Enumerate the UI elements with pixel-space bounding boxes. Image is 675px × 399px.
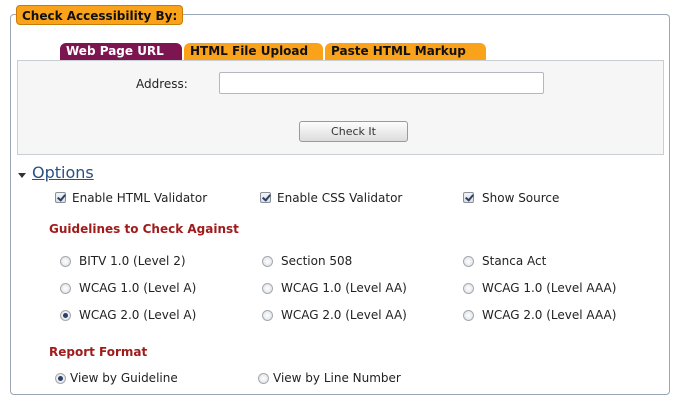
radio-wcag2-aa[interactable] (262, 310, 273, 321)
show-source-checkbox[interactable] (463, 192, 474, 203)
show-source-label: Show Source (482, 191, 560, 205)
check-it-button[interactable]: Check It (299, 121, 408, 142)
address-input[interactable] (219, 72, 544, 94)
tab-web-page-url[interactable]: Web Page URL (60, 43, 182, 60)
label-wcag1-a: WCAG 1.0 (Level A) (79, 281, 197, 295)
guidelines-title: Guidelines to Check Against (49, 222, 239, 236)
radio-view-by-line-number[interactable] (258, 373, 269, 384)
fieldset-legend: Check Accessibility By: (16, 5, 184, 25)
radio-stanca-act[interactable] (463, 256, 474, 267)
report-format-title: Report Format (49, 345, 148, 359)
radio-section-508[interactable] (262, 256, 273, 267)
html-validator-label: Enable HTML Validator (72, 191, 208, 205)
tab-paste-html-markup[interactable]: Paste HTML Markup (325, 43, 486, 60)
label-wcag2-aaa: WCAG 2.0 (Level AAA) (482, 308, 617, 322)
label-bitv: BITV 1.0 (Level 2) (79, 254, 186, 268)
label-view-by-line-number: View by Line Number (273, 371, 401, 385)
radio-wcag1-aaa[interactable] (463, 283, 474, 294)
css-validator-label: Enable CSS Validator (277, 191, 403, 205)
label-wcag1-aa: WCAG 1.0 (Level AA) (281, 281, 407, 295)
radio-wcag1-aa[interactable] (262, 283, 273, 294)
css-validator-checkbox[interactable] (260, 192, 271, 203)
label-section-508: Section 508 (281, 254, 353, 268)
options-toggle-link[interactable]: Options (32, 163, 94, 182)
radio-wcag2-a[interactable] (60, 310, 71, 321)
radio-wcag2-aaa[interactable] (463, 310, 474, 321)
radio-bitv[interactable] (60, 256, 71, 267)
collapse-arrow-icon[interactable] (18, 173, 26, 178)
label-wcag1-aaa: WCAG 1.0 (Level AAA) (482, 281, 617, 295)
label-stanca-act: Stanca Act (482, 254, 547, 268)
radio-wcag1-a[interactable] (60, 283, 71, 294)
label-view-by-guideline: View by Guideline (70, 371, 178, 385)
radio-view-by-guideline[interactable] (55, 373, 66, 384)
label-wcag2-a: WCAG 2.0 (Level A) (79, 308, 197, 322)
tab-html-file-upload[interactable]: HTML File Upload (184, 43, 323, 60)
label-wcag2-aa: WCAG 2.0 (Level AA) (281, 308, 407, 322)
address-label: Address: (136, 77, 188, 91)
html-validator-checkbox[interactable] (55, 192, 66, 203)
